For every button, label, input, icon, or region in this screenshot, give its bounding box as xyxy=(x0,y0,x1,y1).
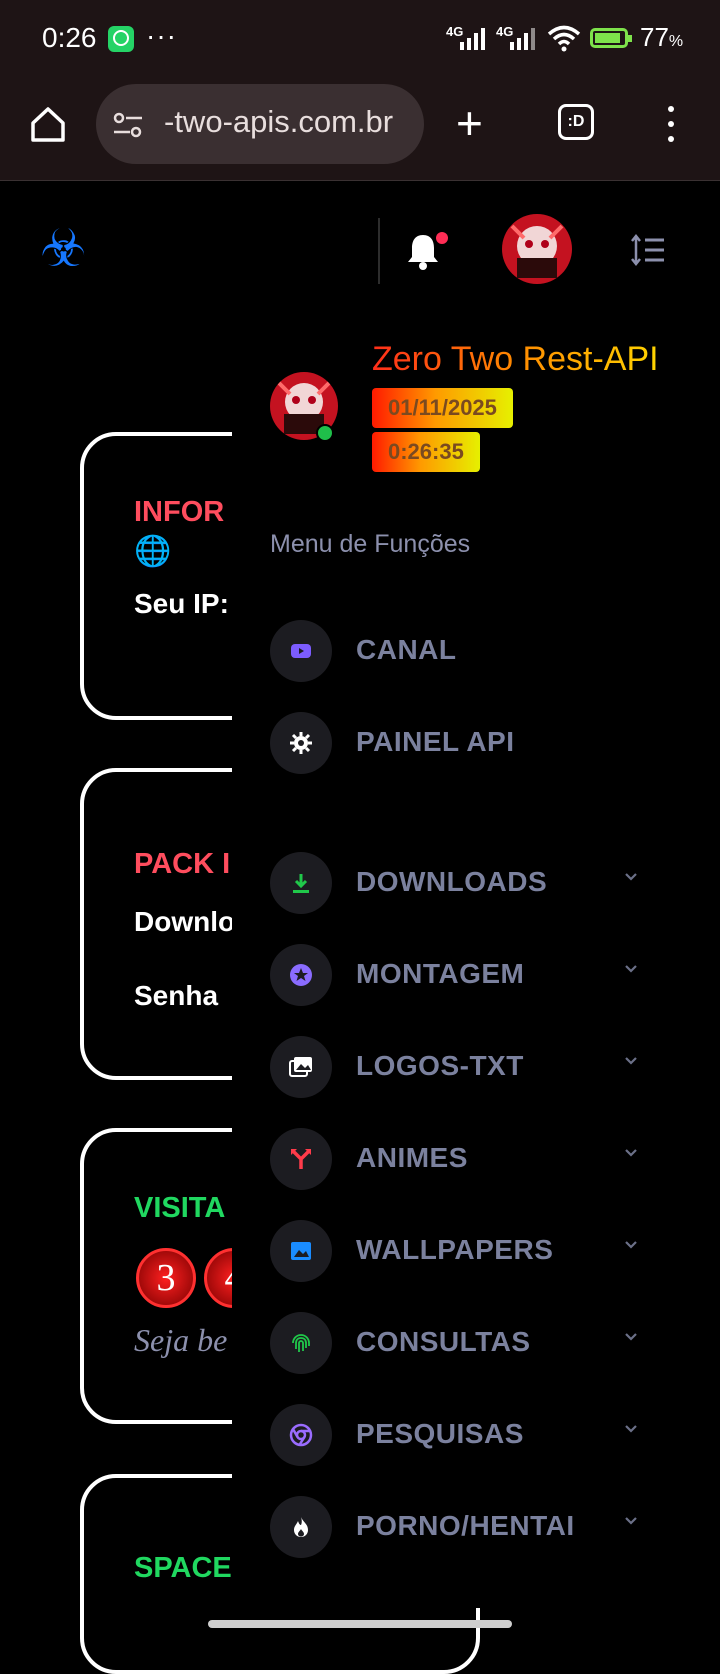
battery-percent: 77% xyxy=(640,22,684,52)
flame-icon[interactable] xyxy=(270,1496,332,1558)
chevron-down-icon[interactable] xyxy=(624,1146,638,1160)
home-icon[interactable] xyxy=(28,104,68,144)
merge-arrow-icon[interactable] xyxy=(270,1128,332,1190)
globe-icon: 🌐 xyxy=(134,535,172,568)
bell-icon[interactable] xyxy=(406,232,440,270)
menu-item-pesquisas[interactable]: PESQUISAS xyxy=(356,1418,524,1450)
youtube-icon[interactable] xyxy=(270,620,332,682)
chevron-down-icon[interactable] xyxy=(624,870,638,884)
browser-menu-icon[interactable] xyxy=(668,106,674,142)
info-card-ip-label: Seu IP: xyxy=(134,588,229,619)
pack-card-password-text: Senha xyxy=(134,980,219,1011)
gear-icon[interactable] xyxy=(270,712,332,774)
header-divider xyxy=(378,218,380,284)
visit-counter-digit: 3 xyxy=(136,1248,196,1308)
notification-dot xyxy=(436,232,448,244)
gesture-home-bar[interactable] xyxy=(208,1620,512,1628)
chevron-down-icon[interactable] xyxy=(624,962,638,976)
pack-card-title: PACK I xyxy=(134,848,231,880)
status-time: 0:26 xyxy=(42,22,97,53)
menu-item-logos-txt[interactable]: LOGOS-TXT xyxy=(356,1050,524,1082)
photo-stack-icon[interactable] xyxy=(270,1036,332,1098)
clock-badge: 0:26:35 xyxy=(372,432,480,472)
visits-card-tagline: Seja be xyxy=(134,1322,228,1358)
more-notifications-icon: ··· xyxy=(146,20,177,51)
menu-item-porno-hentai[interactable]: PORNO/HENTAI xyxy=(356,1510,575,1542)
biohazard-logo-icon[interactable]: ☣ xyxy=(40,220,102,278)
signal-1-icon xyxy=(460,26,490,50)
menu-item-animes[interactable]: ANIMES xyxy=(356,1142,468,1174)
menu-item-painel-api[interactable]: PAINEL API xyxy=(356,726,515,758)
chevron-down-icon[interactable] xyxy=(624,1514,638,1528)
visits-card-title: VISITA xyxy=(134,1192,226,1224)
chevron-down-icon[interactable] xyxy=(624,1054,638,1068)
menu-item-montagem[interactable]: MONTAGEM xyxy=(356,958,524,990)
download-icon[interactable] xyxy=(270,852,332,914)
info-card-title: INFOR xyxy=(134,496,225,528)
chevron-down-icon[interactable] xyxy=(624,1422,638,1436)
chevron-down-icon[interactable] xyxy=(624,1238,638,1252)
menu-item-wallpapers[interactable]: WALLPAPERS xyxy=(356,1234,553,1266)
chrome-icon[interactable] xyxy=(270,1404,332,1466)
wifi-icon xyxy=(547,25,581,52)
menu-heading: Menu de Funções xyxy=(270,530,471,558)
url-text[interactable]: -two-apis.com.br xyxy=(164,104,393,140)
menu-item-downloads[interactable]: DOWNLOADS xyxy=(356,866,547,898)
image-icon[interactable] xyxy=(270,1220,332,1282)
pack-card-download-text[interactable]: Downlo xyxy=(134,906,235,938)
chevron-down-icon[interactable] xyxy=(624,1330,638,1344)
battery-icon xyxy=(590,28,632,48)
whatsapp-notification-icon xyxy=(108,26,134,52)
signal-2-icon xyxy=(510,26,540,50)
space-card-title: SPACE xyxy=(134,1552,232,1584)
menu-item-canal[interactable]: CANAL xyxy=(356,634,457,666)
menu-item-consultas[interactable]: CONSULTAS xyxy=(356,1326,531,1358)
menu-toggle-icon[interactable] xyxy=(630,232,666,268)
star-badge-icon[interactable] xyxy=(270,944,332,1006)
tab-switcher-button[interactable]: :D xyxy=(558,104,594,140)
user-avatar[interactable] xyxy=(502,214,572,284)
site-settings-icon[interactable] xyxy=(112,110,144,140)
online-status-dot xyxy=(316,424,334,442)
fingerprint-icon[interactable] xyxy=(270,1312,332,1374)
date-badge: 01/11/2025 xyxy=(372,388,513,428)
drawer-title: Zero Two Rest-API xyxy=(372,340,659,378)
new-tab-icon[interactable]: + xyxy=(456,100,483,146)
